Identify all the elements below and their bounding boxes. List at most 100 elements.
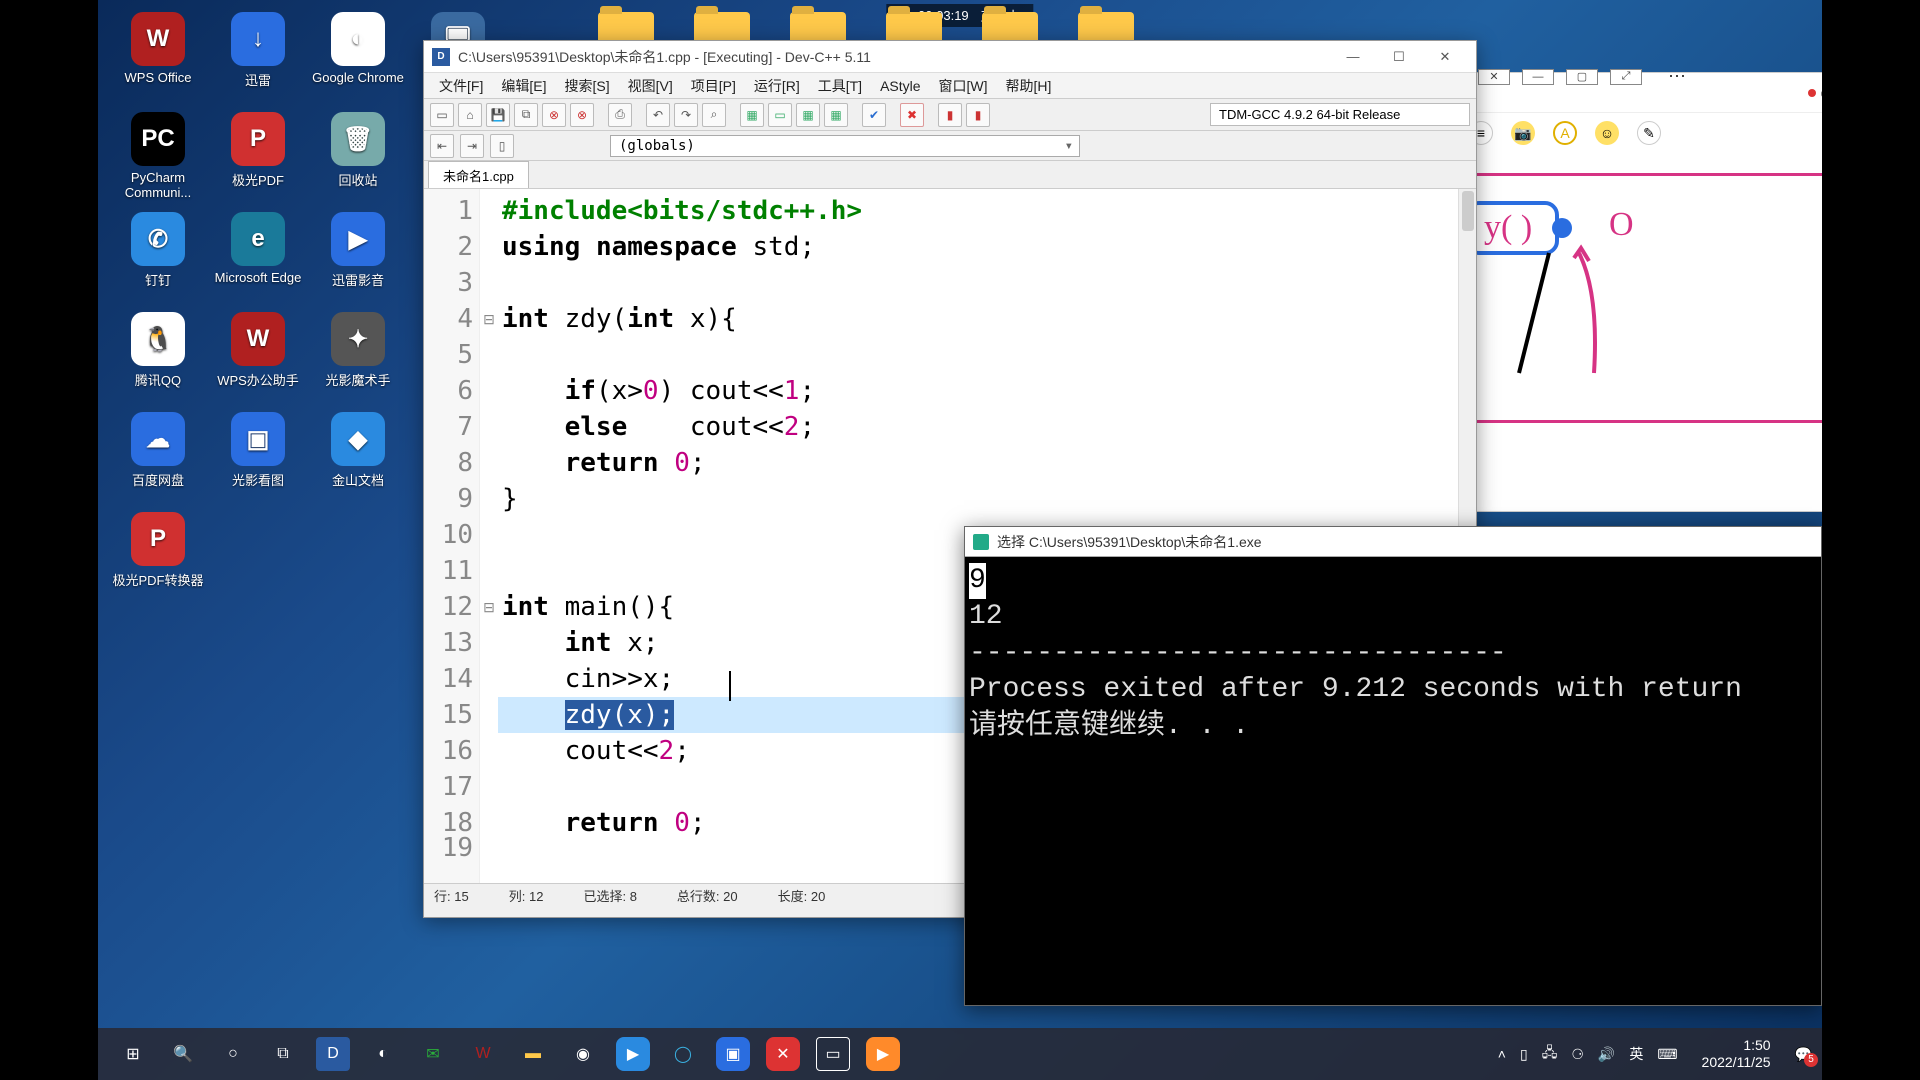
run-icon[interactable]: ▭	[768, 103, 792, 127]
code-line[interactable]	[498, 265, 1476, 301]
compile-icon[interactable]: ▦	[740, 103, 764, 127]
menu-item[interactable]: 视图[V]	[619, 73, 682, 99]
circle-a-icon[interactable]: A	[1553, 121, 1577, 145]
console-taskbar-icon[interactable]: ▭	[816, 1037, 850, 1071]
more-icon[interactable]: ⋯	[1668, 66, 1686, 87]
desktop-icon[interactable]: eMicrosoft Edge	[208, 208, 308, 308]
undo-icon[interactable]: ↶	[646, 103, 670, 127]
code-line[interactable]: else cout<<2;	[498, 409, 1476, 445]
desktop-icon[interactable]: ▣光影看图	[208, 408, 308, 508]
console-titlebar[interactable]: 选择 C:\Users\95391\Desktop\未命名1.exe	[965, 527, 1821, 557]
tray-ime[interactable]: 英	[1629, 1044, 1643, 1064]
wps-taskbar-icon[interactable]: W	[466, 1037, 500, 1071]
fold-gutter[interactable]: ⊟⊟	[480, 189, 498, 883]
chrome-taskbar-icon[interactable]: ◐	[366, 1037, 400, 1071]
minimize-icon[interactable]: —	[1522, 69, 1554, 85]
print-icon[interactable]: ⎙	[608, 103, 632, 127]
goto-back-icon[interactable]: ⇤	[430, 134, 454, 158]
live-taskbar-icon[interactable]: ▶	[866, 1037, 900, 1071]
menu-item[interactable]: 运行[R]	[745, 73, 809, 99]
close-icon[interactable]: ✕	[1478, 69, 1510, 85]
menubar[interactable]: 文件[F]编辑[E]搜索[S]视图[V]项目[P]运行[R]工具[T]AStyl…	[424, 73, 1476, 99]
tray-chevron-icon[interactable]: ˄	[1498, 1046, 1506, 1062]
close-app-taskbar-icon[interactable]: ✕	[766, 1037, 800, 1071]
console-window[interactable]: 选择 C:\Users\95391\Desktop\未命名1.exe 9 12 …	[964, 526, 1822, 1006]
menu-item[interactable]: 编辑[E]	[492, 73, 555, 99]
toolbar-nav[interactable]: ⇤ ⇥ ▯ (globals)	[424, 131, 1476, 161]
desktop-icon[interactable]: ✆钉钉	[108, 208, 208, 308]
code-line[interactable]	[498, 337, 1476, 373]
stop-icon[interactable]: ✖	[900, 103, 924, 127]
profile2-icon[interactable]: ▮	[966, 103, 990, 127]
start-button[interactable]: ⊞	[116, 1037, 150, 1071]
tray-usb-icon[interactable]: ▯	[1520, 1046, 1528, 1063]
player-taskbar-icon[interactable]: ▶	[616, 1037, 650, 1071]
menu-item[interactable]: 搜索[S]	[555, 73, 618, 99]
goto-fwd-icon[interactable]: ⇥	[460, 134, 484, 158]
desktop-icon[interactable]: ☁百度网盘	[108, 408, 208, 508]
code-line[interactable]: using namespace std;	[498, 229, 1476, 265]
tray-keyboard-icon[interactable]: ⌨	[1657, 1046, 1677, 1063]
desktop-icon[interactable]: ◆金山文档	[308, 408, 408, 508]
system-tray[interactable]: ˄ ▯ 🖧 ⚆ 🔊 英 ⌨ 1:50 2022/11/25 💬5	[1498, 1037, 1812, 1071]
taskbar[interactable]: ⊞ 🔍 ○ ⧉ D ◐ ✉ W ▬ ◉ ▶ ◯ ▣ ✕ ▭ ▶ ˄ ▯ 🖧 ⚆ …	[98, 1028, 1822, 1080]
search-icon[interactable]: 🔍	[166, 1037, 200, 1071]
close-file-icon[interactable]: ⊗	[542, 103, 566, 127]
code-line[interactable]: }	[498, 481, 1476, 517]
desktop-icon[interactable]: ◐Google Chrome	[308, 8, 408, 108]
rebuild-icon[interactable]: ▦	[824, 103, 848, 127]
compile-run-icon[interactable]: ▦	[796, 103, 820, 127]
open-icon[interactable]: ⌂	[458, 103, 482, 127]
code-line[interactable]: int zdy(int x){	[498, 301, 1476, 337]
desktop-icon[interactable]: 🗑回收站	[308, 108, 408, 208]
file-tab[interactable]: 未命名1.cpp	[428, 161, 529, 188]
desktop-icon[interactable]: ✦光影魔术手	[308, 308, 408, 408]
menu-item[interactable]: AStyle	[871, 75, 929, 97]
bookmark-icon[interactable]: ▯	[490, 134, 514, 158]
menu-item[interactable]: 工具[T]	[809, 73, 871, 99]
devcpp-taskbar-icon[interactable]: D	[316, 1037, 350, 1071]
camera-icon[interactable]: 📷	[1511, 121, 1535, 145]
maximize-icon[interactable]: ▢	[1566, 69, 1598, 85]
save-icon[interactable]: 💾	[486, 103, 510, 127]
desktop-icon[interactable]: WWPS办公助手	[208, 308, 308, 408]
compiler-select[interactable]: TDM-GCC 4.9.2 64-bit Release	[1210, 103, 1470, 126]
explorer-taskbar-icon[interactable]: ▬	[516, 1037, 550, 1071]
close-button[interactable]: ✕	[1422, 43, 1468, 71]
tray-wifi-icon[interactable]: ⚆	[1571, 1046, 1584, 1063]
console-body[interactable]: 9 12 -------------------------------- Pr…	[965, 557, 1821, 751]
menu-item[interactable]: 帮助[H]	[997, 73, 1061, 99]
tray-network-icon[interactable]: 🖧	[1542, 1042, 1558, 1066]
code-line[interactable]: if(x>0) cout<<1;	[498, 373, 1476, 409]
menu-item[interactable]: 文件[F]	[430, 73, 492, 99]
profile-icon[interactable]: ▮	[938, 103, 962, 127]
file-tabs[interactable]: 未命名1.cpp	[424, 161, 1476, 189]
close-all-icon[interactable]: ⊗	[570, 103, 594, 127]
toolbar-main[interactable]: ▭ ⌂ 💾 ⧉ ⊗ ⊗ ⎙ ↶ ↷ ⌕ ▦ ▭ ▦ ▦ ✔ ✖ ▮ ▮ TDM-…	[424, 99, 1476, 131]
desktop-icon[interactable]: P极光PDF转换器	[108, 508, 208, 608]
cortana-icon[interactable]: ○	[216, 1037, 250, 1071]
menu-item[interactable]: 项目[P]	[682, 73, 745, 99]
desktop-icon[interactable]: P极光PDF	[208, 108, 308, 208]
browser-taskbar-icon[interactable]: ◯	[666, 1037, 700, 1071]
desktop-icon[interactable]: ↓迅雷	[208, 8, 308, 108]
notifications-icon[interactable]: 💬5	[1795, 1046, 1812, 1063]
save-all-icon[interactable]: ⧉	[514, 103, 538, 127]
restore-icon[interactable]: ⤢	[1610, 69, 1642, 85]
app-taskbar-icon[interactable]: ▣	[716, 1037, 750, 1071]
find-icon[interactable]: ⌕	[702, 103, 726, 127]
redo-icon[interactable]: ↷	[674, 103, 698, 127]
minimize-button[interactable]: —	[1330, 43, 1376, 71]
whiteboard-canvas[interactable]: y( ) O	[1449, 153, 1822, 551]
smile-icon[interactable]: ☺	[1595, 121, 1619, 145]
code-line[interactable]: return 0;	[498, 445, 1476, 481]
desktop-icon[interactable]: ▶迅雷影音	[308, 208, 408, 308]
menu-item[interactable]: 窗口[W]	[930, 73, 997, 99]
desktop-icon[interactable]: 🐧腾讯QQ	[108, 308, 208, 408]
debug-icon[interactable]: ✔	[862, 103, 886, 127]
titlebar[interactable]: D C:\Users\95391\Desktop\未命名1.cpp - [Exe…	[424, 41, 1476, 73]
taskbar-clock[interactable]: 1:50 2022/11/25	[1692, 1037, 1781, 1071]
obs-taskbar-icon[interactable]: ◉	[566, 1037, 600, 1071]
desktop-icon[interactable]: PCPyCharm Communi...	[108, 108, 208, 208]
wechat-taskbar-icon[interactable]: ✉	[416, 1037, 450, 1071]
